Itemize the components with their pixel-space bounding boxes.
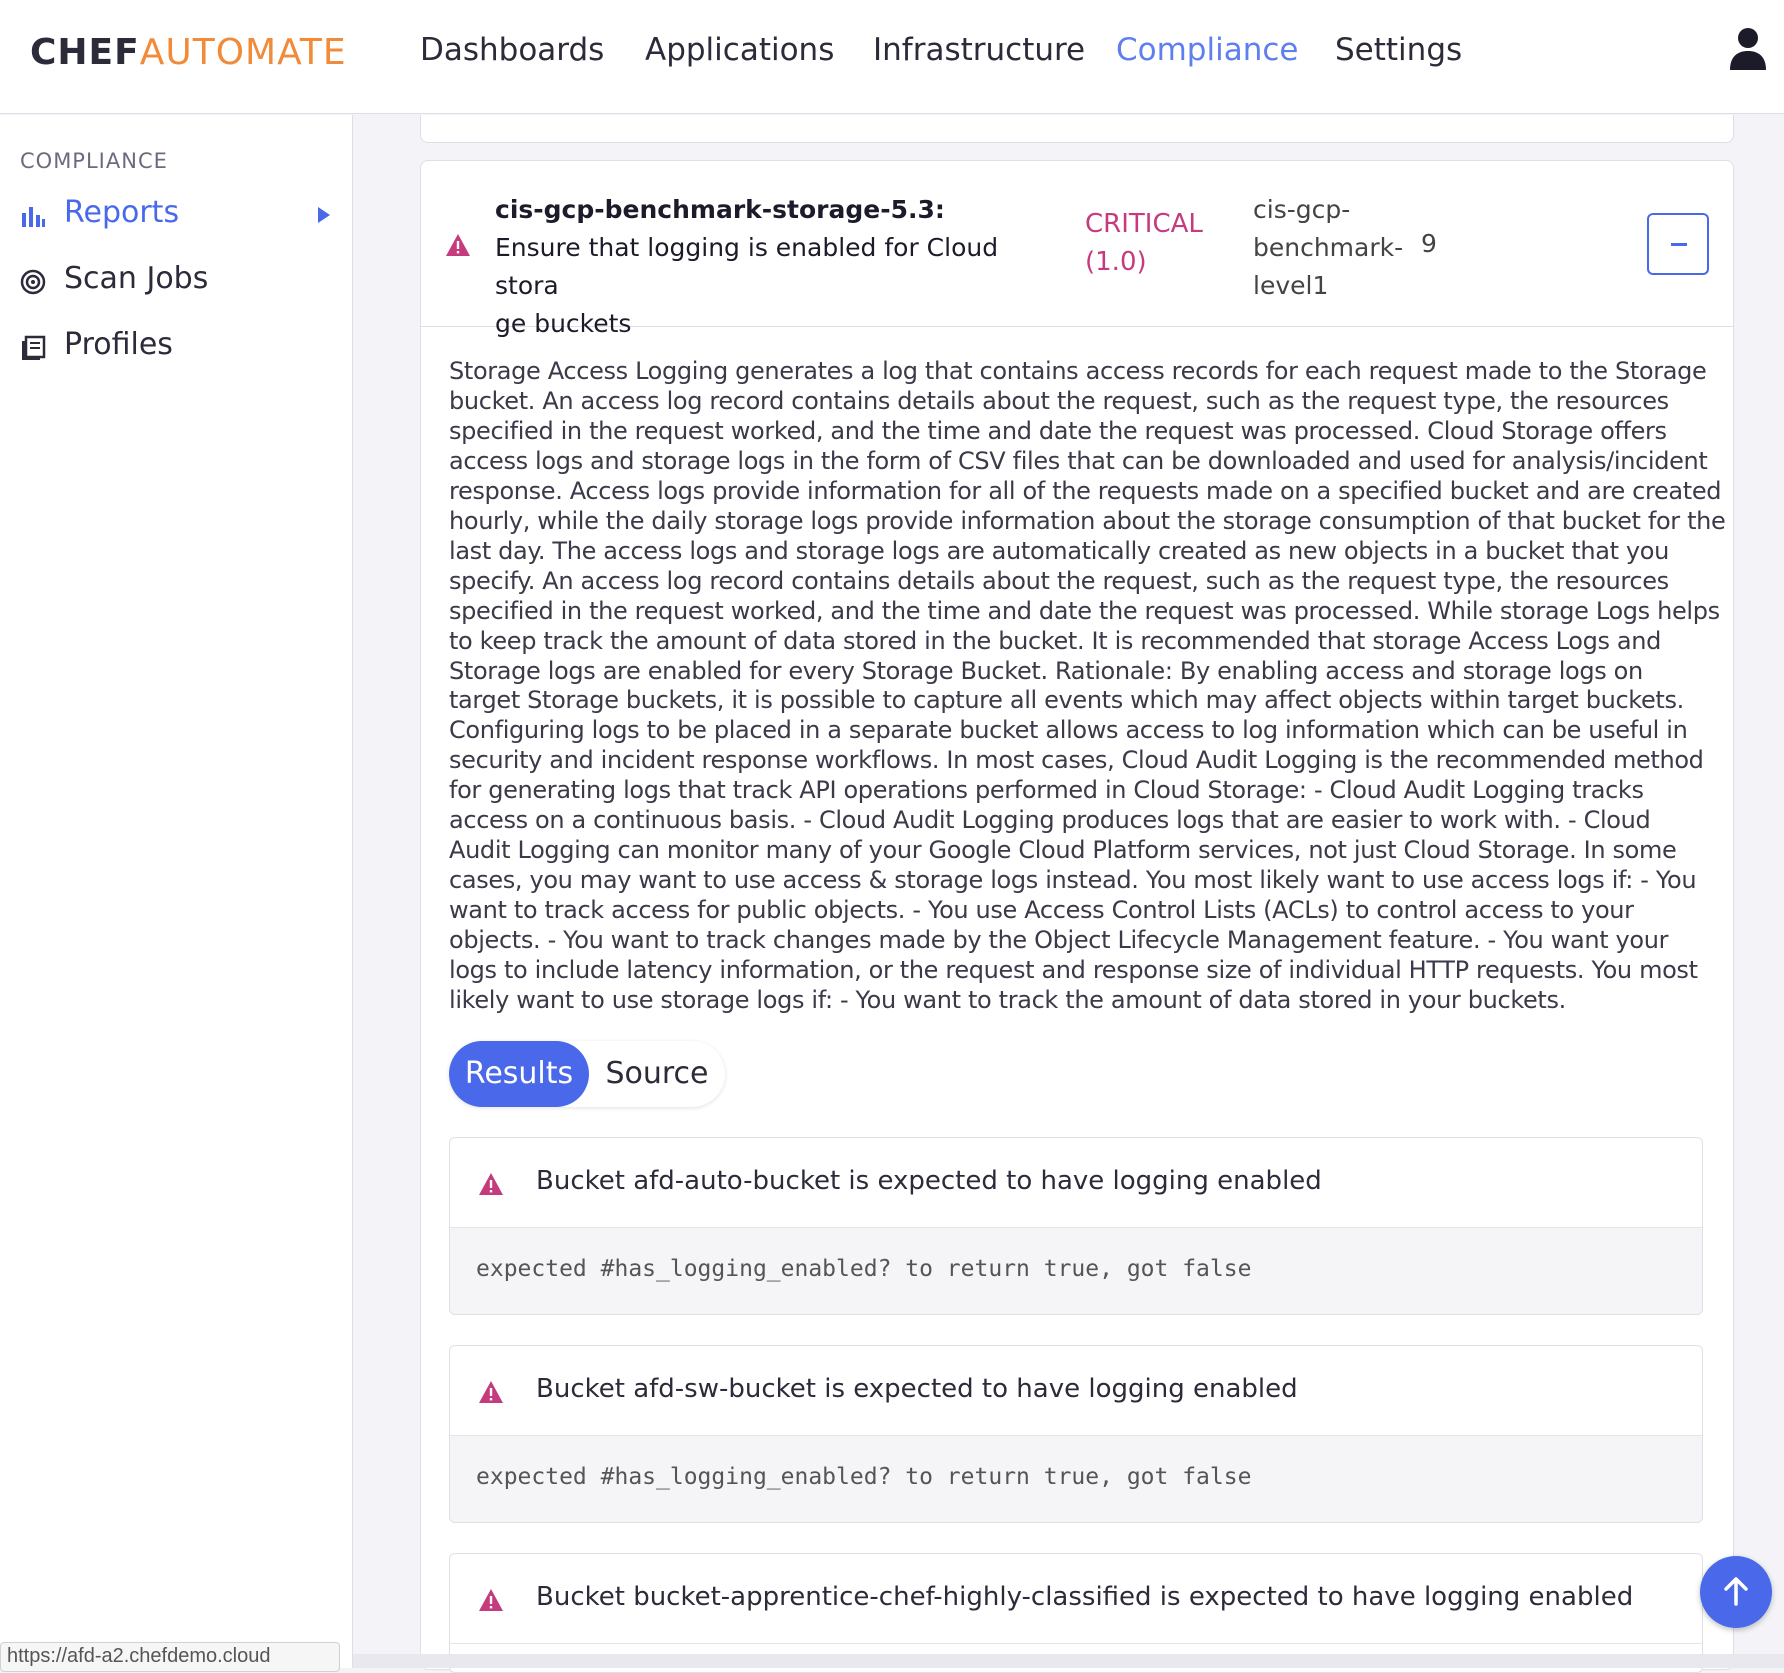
arrow-up-icon <box>1724 1577 1748 1606</box>
sidebar: COMPLIANCE Reports Scan Jobs Profiles <box>0 115 353 1668</box>
tab-source[interactable]: Source <box>589 1041 725 1107</box>
description-line: bucket. An access log record contains de… <box>449 386 1669 415</box>
description-line: specified in the request worked, and the… <box>449 416 1667 445</box>
sidebar-item-label: Profiles <box>64 327 173 362</box>
result-title: Bucket afd-sw-bucket is expected to have… <box>536 1374 1298 1404</box>
result-header: Bucket afd-auto-bucket is expected to ha… <box>450 1138 1702 1228</box>
description-line: last day. The access logs and storage lo… <box>449 536 1669 565</box>
description-line: response. Access logs provide informatio… <box>449 476 1722 505</box>
scroll-to-top-button[interactable] <box>1700 1556 1772 1628</box>
sidebar-item-reports[interactable]: Reports <box>20 195 330 239</box>
description-line: specify. An access log record contains d… <box>449 566 1669 595</box>
nav-compliance[interactable]: Compliance <box>1116 32 1298 68</box>
control-header[interactable]: cis-gcp-benchmark-storage-5.3: Ensure th… <box>421 161 1733 338</box>
result-item: Bucket afd-auto-bucket is expected to ha… <box>449 1137 1703 1315</box>
nav-infrastructure[interactable]: Infrastructure <box>873 32 1085 68</box>
chef-automate-logo[interactable]: CHEFAUTOMATE <box>30 32 347 73</box>
result-message-box: expected #has_logging_enabled? to return… <box>450 1228 1702 1314</box>
nav-applications[interactable]: Applications <box>645 32 834 68</box>
radar-icon <box>20 269 46 295</box>
description-line: want to track access for public objects.… <box>449 896 1634 925</box>
tab-results[interactable]: Results <box>449 1041 589 1107</box>
top-navbar: CHEFAUTOMATE Dashboards Applications Inf… <box>0 0 1784 114</box>
description-line: access on a continuous basis. - Cloud Au… <box>449 806 1651 835</box>
result-title: Bucket afd-auto-bucket is expected to ha… <box>536 1166 1322 1196</box>
sidebar-title: COMPLIANCE <box>20 149 168 173</box>
book-icon <box>22 335 46 360</box>
results-source-toggle: Results Source <box>449 1041 725 1107</box>
description-line: target Storage buckets, it is possible t… <box>449 686 1684 715</box>
control-impact: CRITICAL (1.0) <box>1085 209 1203 277</box>
description-line: security and incident response workflows… <box>449 746 1704 775</box>
control-id: cis-gcp-benchmark-storage-5.3: <box>495 195 945 224</box>
description-line: Storage Access Logging generates a log t… <box>449 357 1707 385</box>
result-message: expected #has_logging_enabled? to return… <box>476 1256 1252 1282</box>
description-line: Audit Logging can monitor many of your G… <box>449 836 1677 865</box>
critical-warning-icon <box>479 1173 503 1195</box>
critical-warning-icon <box>479 1381 503 1403</box>
control-profile: cis-gcp- benchmark- level1 <box>1253 195 1404 300</box>
nav-dashboards[interactable]: Dashboards <box>420 32 604 68</box>
description-line: likely want to use storage logs if: - Yo… <box>449 986 1566 1015</box>
description-line: Storage logs are enabled for every Stora… <box>449 656 1643 685</box>
result-title: Bucket bucket-apprentice-chef-highly-cla… <box>536 1582 1634 1612</box>
control-title: cis-gcp-benchmark-storage-5.3: Ensure th… <box>495 191 1035 343</box>
control-title-line: Ensure that logging is enabled for Cloud… <box>495 233 999 300</box>
result-header: Bucket afd-sw-bucket is expected to have… <box>450 1346 1702 1436</box>
description-line: cases, you may want to use access & stor… <box>449 866 1697 895</box>
control-node-count: 9 <box>1421 229 1437 258</box>
description-line: Configuring logs to be placed in a separ… <box>449 716 1688 745</box>
description-line: objects. - You want to track changes mad… <box>449 926 1669 955</box>
critical-warning-icon <box>479 1589 503 1611</box>
description-line: for generating logs that track API opera… <box>449 776 1644 805</box>
description-line: hourly, while the daily storage logs pro… <box>449 506 1726 535</box>
horizontal-scrollbar[interactable] <box>353 1654 1784 1668</box>
description-line: logs to include latency information, or … <box>449 956 1698 985</box>
sidebar-item-label: Scan Jobs <box>64 261 209 296</box>
caret-right-icon <box>318 207 330 223</box>
previous-control-card <box>420 115 1734 143</box>
result-header: Bucket bucket-apprentice-chef-highly-cla… <box>450 1554 1702 1644</box>
minus-icon <box>1671 243 1687 246</box>
sidebar-item-profiles[interactable]: Profiles <box>20 327 330 371</box>
critical-warning-icon <box>446 234 470 256</box>
result-message-box: expected #has_logging_enabled? to return… <box>450 1436 1702 1522</box>
nav-settings[interactable]: Settings <box>1335 32 1462 68</box>
control-card: cis-gcp-benchmark-storage-5.3: Ensure th… <box>420 160 1734 1673</box>
result-message: expected #has_logging_enabled? to return… <box>476 1464 1252 1490</box>
control-description: Storage Access Logging generates a log t… <box>449 357 1726 1016</box>
bar-chart-icon <box>22 207 45 227</box>
sidebar-item-scan-jobs[interactable]: Scan Jobs <box>20 261 330 305</box>
result-item: Bucket afd-sw-bucket is expected to have… <box>449 1345 1703 1523</box>
description-line: to keep track the amount of data stored … <box>449 626 1662 655</box>
collapse-button[interactable] <box>1647 213 1709 275</box>
description-line: specified in the request worked, and the… <box>449 596 1720 625</box>
description-line: access logs and storage logs in the form… <box>449 446 1708 475</box>
user-icon[interactable] <box>1728 26 1768 70</box>
sidebar-item-label: Reports <box>64 195 180 230</box>
control-title-line: ge buckets <box>495 309 632 338</box>
